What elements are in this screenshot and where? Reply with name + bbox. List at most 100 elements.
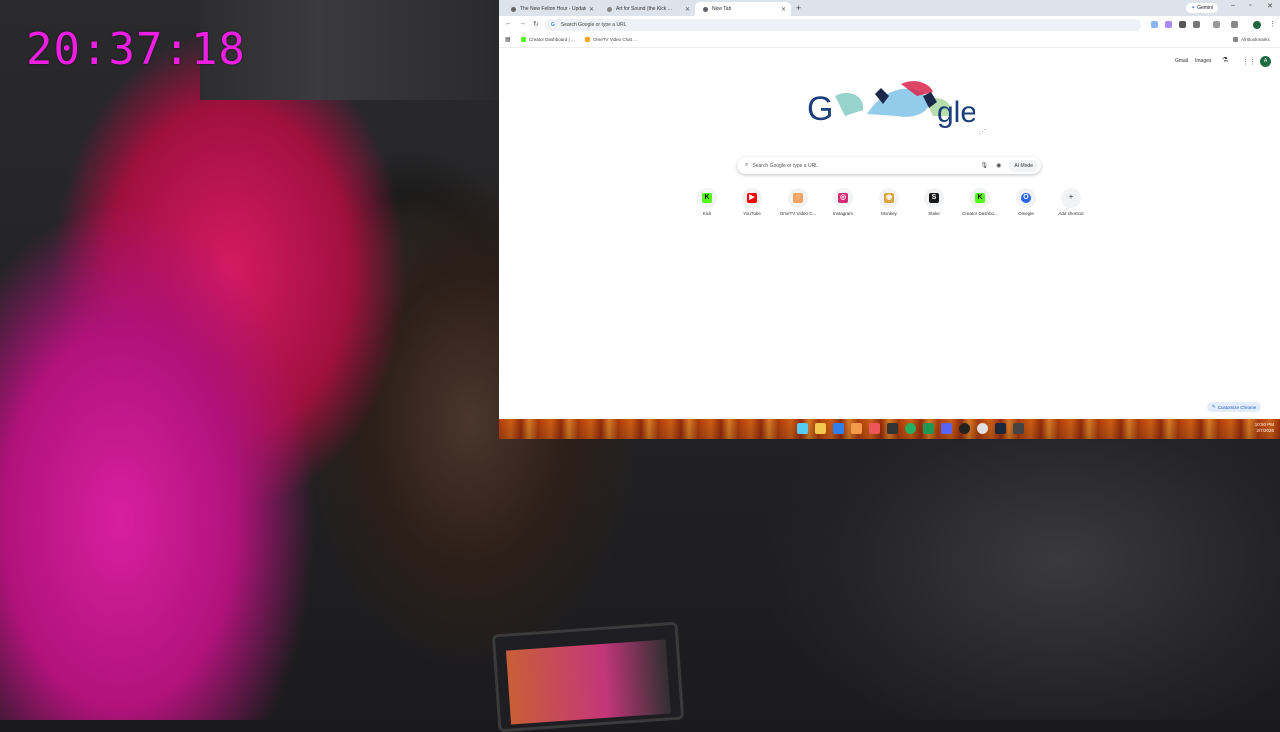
shortcut-instagram[interactable]: ◎ Instagram: [821, 188, 865, 216]
ai-mode-button[interactable]: AI Mode: [1009, 159, 1038, 172]
extension-icon[interactable]: [1151, 21, 1158, 28]
omegle-icon: O: [1021, 193, 1031, 203]
gemini-label: Gemini: [1197, 5, 1214, 11]
shortcut-creator-dashboard[interactable]: K Creator Dashbo...: [958, 188, 1002, 216]
reload-icon[interactable]: ↻: [533, 20, 539, 28]
google-g-icon: G: [551, 22, 555, 28]
google-lens-icon[interactable]: ◉: [996, 162, 1001, 169]
minimize-icon[interactable]: –: [1231, 2, 1235, 9]
discord-icon[interactable]: [941, 423, 952, 434]
bookmark-label: OmeTV Video Chat ...: [593, 37, 637, 42]
stake-icon: S: [929, 193, 939, 203]
address-bar[interactable]: G Search Google or type a URL: [545, 19, 1141, 31]
browser-toolbar: ← → ↻ G Search Google or type a URL ⋮: [499, 16, 1280, 34]
back-icon[interactable]: ←: [505, 20, 512, 27]
shortcut-label: Omegle: [1018, 211, 1034, 216]
bookmark-label: Creator Dashboard | ...: [529, 37, 575, 42]
tab-title: Art for Sound (the Kick ...: [616, 6, 672, 12]
account-avatar[interactable]: A: [1260, 56, 1271, 67]
shortcut-label: Add shortcut: [1058, 211, 1084, 216]
steam-icon[interactable]: [995, 423, 1006, 434]
tab-title: The New Felton Hour - Update: [520, 6, 586, 12]
customize-label: Customize Chrome: [1217, 404, 1257, 410]
chrome-window: The New Felton Hour - Update ✕ Art for S…: [499, 0, 1280, 419]
chrome-favicon-icon: [703, 6, 708, 12]
gmail-link[interactable]: Gmail: [1175, 58, 1188, 64]
tab-new-tab[interactable]: New Tab ✕: [695, 2, 791, 16]
tab-felton[interactable]: The New Felton Hour - Update ✕: [503, 2, 599, 16]
shortcut-label: Kick: [702, 211, 712, 216]
labs-flask-icon[interactable]: ⚗: [1222, 56, 1228, 64]
shortcut-youtube[interactable]: ▶ YouTube: [730, 188, 774, 216]
close-tab-icon[interactable]: ✕: [685, 6, 690, 13]
chrome-icon[interactable]: [977, 423, 988, 434]
microphone-icon[interactable]: 🎙: [981, 162, 989, 169]
maximize-icon[interactable]: ▫: [1249, 2, 1251, 9]
split-view-icon[interactable]: [1213, 21, 1220, 28]
tab-art-for-sound[interactable]: Art for Sound (the Kick ... ✕: [599, 2, 695, 16]
tablet-screen: [505, 639, 671, 725]
extension-icon[interactable]: [1179, 21, 1186, 28]
shortcut-circle: +: [1061, 188, 1081, 208]
doodle-letter-g: G: [807, 90, 833, 128]
images-link[interactable]: Images: [1195, 58, 1211, 64]
instagram-icon: ◎: [838, 193, 848, 203]
kick-icon: K: [702, 193, 712, 203]
extension-icon[interactable]: [1165, 21, 1172, 28]
close-window-icon[interactable]: ✕: [1267, 2, 1273, 10]
tab-favicon-icon: [607, 6, 612, 12]
calculator-icon[interactable]: [1013, 423, 1024, 434]
close-tab-icon[interactable]: ✕: [781, 6, 786, 13]
shortcut-label: YouTube: [743, 211, 761, 216]
all-bookmarks-label: All Bookmarks: [1241, 37, 1270, 42]
google-search-box[interactable]: ⌕ Search Google or type a URL 🎙 ◉ AI Mod…: [737, 157, 1041, 174]
shortcut-label: Creator Dashbo...: [962, 211, 998, 216]
spotify-icon[interactable]: [905, 423, 916, 434]
all-bookmarks[interactable]: All Bookmarks: [1233, 37, 1270, 42]
xbox-icon[interactable]: [923, 423, 934, 434]
extensions-puzzle-icon[interactable]: [1193, 21, 1200, 28]
shortcut-circle: S: [924, 188, 944, 208]
download-icon[interactable]: [1231, 21, 1238, 28]
apps-grid-icon[interactable]: ▦: [505, 36, 511, 43]
search-placeholder: Search Google or type a URL: [752, 162, 818, 169]
folder-icon: [1233, 37, 1238, 42]
gemini-button[interactable]: ✦ Gemini: [1186, 3, 1219, 13]
profile-avatar[interactable]: [1253, 21, 1261, 29]
kick-icon: [521, 37, 526, 42]
windows-taskbar: 10:50 PM 2/7/2026: [499, 419, 1280, 439]
folder-icon[interactable]: [851, 423, 862, 434]
add-shortcut-button[interactable]: + Add shortcut: [1049, 188, 1093, 216]
tab-title: New Tab: [712, 6, 732, 12]
shortcut-circle: ◌: [788, 188, 808, 208]
tablet-device: [491, 621, 685, 732]
obs-icon[interactable]: [959, 423, 970, 434]
shortcut-label: Instagram: [832, 211, 853, 216]
brave-icon[interactable]: [869, 423, 880, 434]
bookmark-item[interactable]: OmeTV Video Chat ...: [585, 37, 637, 42]
close-tab-icon[interactable]: ✕: [589, 6, 594, 13]
shortcut-omegle[interactable]: O Omegle: [1004, 188, 1048, 216]
system-clock[interactable]: 10:50 PM 2/7/2026: [1255, 422, 1274, 434]
shortcut-ometv[interactable]: ◌ OmeTV Video C...: [776, 188, 820, 216]
shortcut-label: Monkey: [881, 211, 897, 216]
edge-icon[interactable]: [833, 423, 844, 434]
tab-favicon-icon: [511, 6, 516, 12]
google-apps-icon[interactable]: ⋮⋮: [1242, 58, 1256, 66]
bookmark-item[interactable]: Creator Dashboard | ...: [521, 37, 575, 42]
share-icon[interactable]: ⋰: [979, 128, 986, 136]
google-doodle[interactable]: G gle: [805, 76, 975, 128]
file-explorer-icon[interactable]: [815, 423, 826, 434]
search-icon[interactable]: [797, 423, 808, 434]
shortcut-kick[interactable]: K Kick: [685, 188, 729, 216]
shortcut-stake[interactable]: S Stake: [912, 188, 956, 216]
youtube-icon: ▶: [747, 193, 757, 203]
menu-kebab-icon[interactable]: ⋮: [1269, 20, 1276, 28]
customize-chrome-button[interactable]: ✎ Customize Chrome: [1207, 402, 1262, 412]
pencil-icon: ✎: [1212, 404, 1216, 409]
terminal-icon[interactable]: [887, 423, 898, 434]
monkey-icon: ◉: [884, 193, 894, 203]
forward-icon[interactable]: →: [519, 20, 526, 27]
new-tab-button[interactable]: +: [796, 3, 801, 13]
shortcut-monkey[interactable]: ◉ Monkey: [867, 188, 911, 216]
